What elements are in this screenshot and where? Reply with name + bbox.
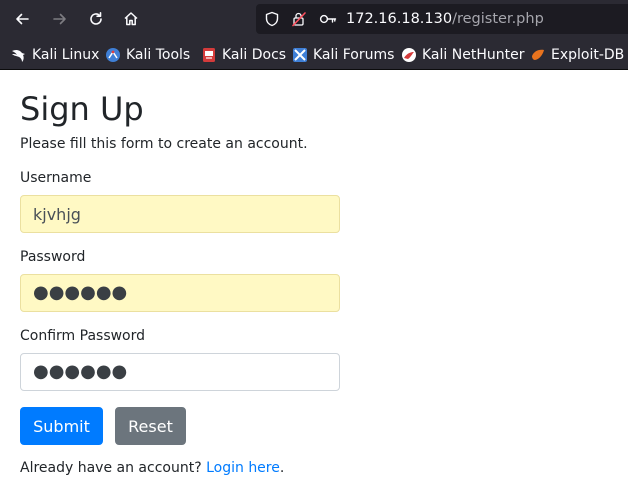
bookmark-label: Kali Forums	[313, 47, 395, 63]
password-value: ●●●●●●	[33, 282, 128, 303]
login-prompt-end: .	[279, 460, 285, 476]
home-button[interactable]	[117, 5, 145, 33]
bookmark-kali-nethunter[interactable]: Kali NetHunter	[401, 46, 524, 64]
password-label: Password	[20, 249, 86, 265]
confirm-password-label: Confirm Password	[20, 328, 146, 344]
bookmark-label: Kali Docs	[222, 47, 287, 63]
back-arrow-icon	[16, 13, 29, 25]
page-title: Sign Up	[20, 90, 144, 128]
reset-button[interactable]: Reset	[115, 407, 186, 445]
browser-toolbar: 172.16.18.130/register.php	[0, 0, 628, 38]
bookmark-label: Kali Tools	[126, 47, 191, 63]
url-host: 172.16.18.130	[346, 11, 453, 27]
shield-icon[interactable]	[264, 11, 280, 27]
kali-tools-icon	[106, 48, 120, 62]
login-link[interactable]: Login here	[206, 460, 280, 476]
confirm-password-value: ●●●●●●	[33, 361, 128, 382]
url-path: /register.php	[452, 11, 544, 27]
bookmark-exploit-db[interactable]: Exploit-DB	[530, 46, 624, 64]
bookmark-label: Kali NetHunter	[422, 47, 525, 63]
bookmark-kali-linux[interactable]: Kali Linux	[11, 46, 99, 64]
username-label: Username	[20, 170, 92, 186]
insecure-lock-icon[interactable]	[291, 11, 307, 27]
exploit-db-icon	[532, 49, 544, 60]
back-button[interactable]	[8, 5, 36, 33]
reload-button[interactable]	[82, 5, 110, 33]
kali-docs-icon	[203, 48, 215, 62]
forward-arrow-icon	[53, 13, 66, 25]
url-bar[interactable]: 172.16.18.130/register.php	[256, 4, 628, 34]
login-prompt: Already have an account? Login here.	[20, 460, 284, 476]
kali-nethunter-icon	[402, 48, 416, 62]
login-prompt-text: Already have an account?	[20, 460, 207, 476]
submit-button[interactable]: Submit	[20, 407, 103, 445]
bookmark-label: Exploit-DB	[551, 47, 625, 63]
key-icon[interactable]	[319, 11, 337, 27]
bookmark-kali-docs[interactable]: Kali Docs	[201, 46, 286, 64]
page-subtitle: Please fill this form to create an accou…	[20, 136, 308, 152]
bookmarks-bar: Kali Linux Kali Tools Kali Docs Kali For…	[0, 38, 628, 70]
reload-icon	[90, 12, 102, 25]
url-text[interactable]: 172.16.18.130/register.php	[346, 10, 544, 28]
kali-forums-icon	[293, 48, 307, 62]
password-input[interactable]: ●●●●●●	[20, 274, 340, 312]
home-icon	[124, 12, 138, 26]
username-input[interactable]: kjvhjg	[20, 195, 340, 233]
bookmark-kali-tools[interactable]: Kali Tools	[105, 46, 190, 64]
bookmark-label: Kali Linux	[32, 47, 100, 63]
username-value: kjvhjg	[33, 204, 81, 224]
kali-dragon-icon	[12, 49, 25, 62]
confirm-password-input[interactable]: ●●●●●●	[20, 353, 340, 391]
bookmark-kali-forums[interactable]: Kali Forums	[292, 46, 394, 64]
forward-button[interactable]	[46, 5, 74, 33]
